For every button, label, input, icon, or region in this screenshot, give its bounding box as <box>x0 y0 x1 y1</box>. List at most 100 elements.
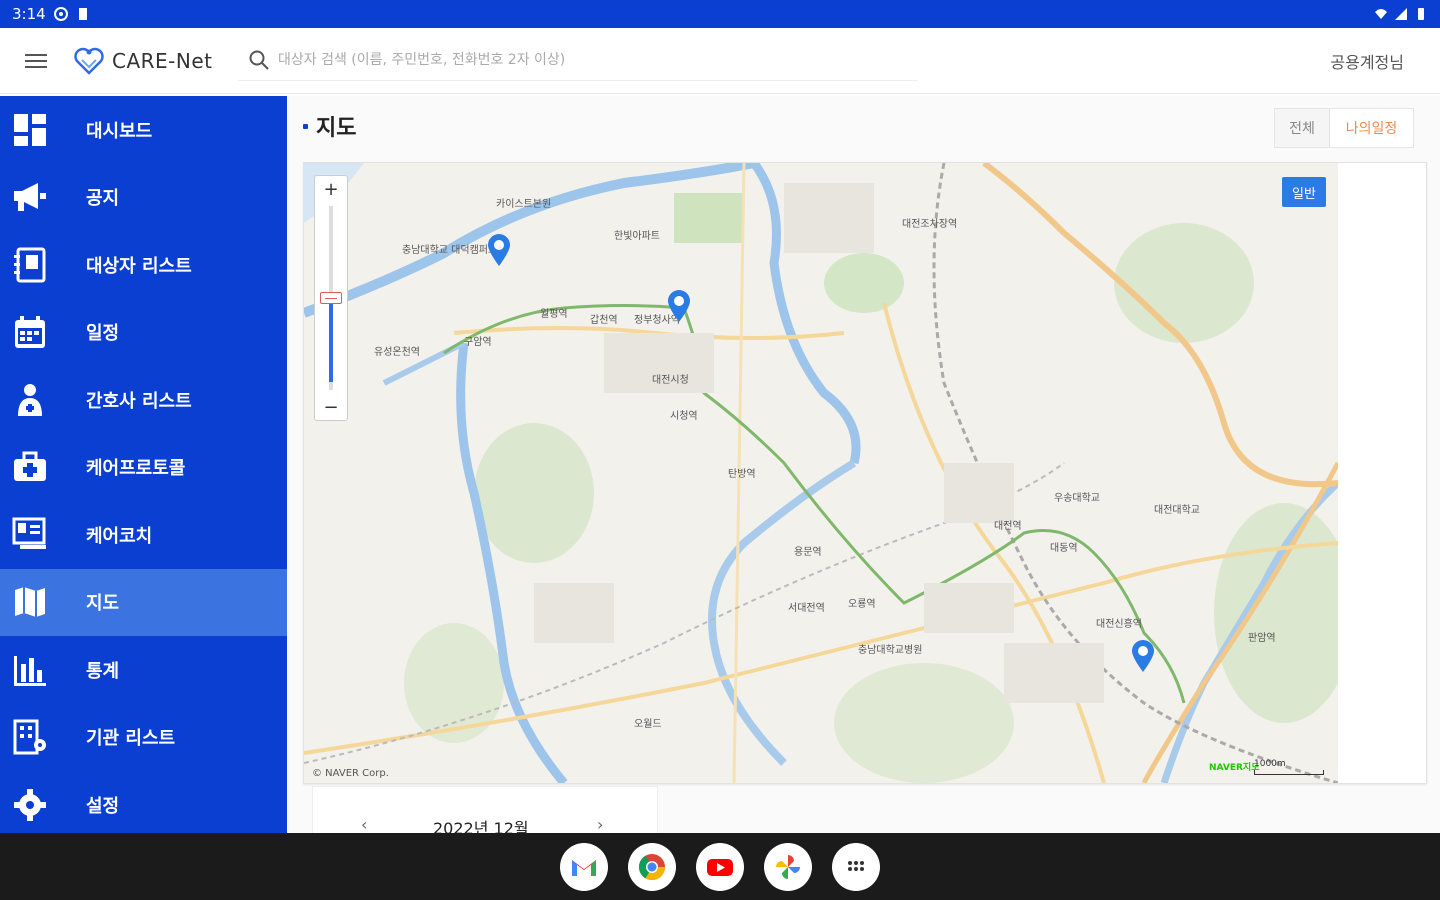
sidebar-item-schedule[interactable]: 일정 <box>0 299 287 367</box>
app-bar: CARE-Net 공용계정님 <box>0 28 1440 94</box>
photos-app[interactable] <box>764 842 812 891</box>
medical-kit-icon <box>14 451 46 482</box>
sidebar-item-dashboard[interactable]: 대시보드 <box>0 96 287 164</box>
wifi-icon <box>1375 9 1387 19</box>
map-label: 탄방역 <box>728 468 756 480</box>
map-icon <box>15 587 45 618</box>
sidebar-item-label: 지도 <box>86 593 120 615</box>
sidebar-item-label: 기관 리스트 <box>86 728 176 750</box>
calendar-prev-button[interactable]: ‹ <box>361 815 367 834</box>
scale-line <box>1254 770 1324 775</box>
chrome-app[interactable] <box>628 842 676 891</box>
page-header: 지도 <box>303 110 356 142</box>
sidebar-item-institution-list[interactable]: 기관 리스트 <box>0 704 287 772</box>
sidebar-item-label: 공지 <box>86 188 120 210</box>
megaphone-icon <box>14 183 46 212</box>
map-label: 카이스트본원 <box>496 198 551 210</box>
scale-label: 1000m <box>1254 759 1286 769</box>
map-label: 갑천역 <box>590 314 618 326</box>
sidebar-item-client-list[interactable]: 대상자 리스트 <box>0 231 287 299</box>
calendar-icon <box>15 316 45 349</box>
zoom-out-button[interactable]: − <box>315 394 347 420</box>
map-label: 우송대학교 <box>1054 492 1100 504</box>
sidebar-item-care-protocol[interactable]: 케어프로토콜 <box>0 434 287 502</box>
map-label: 대동역 <box>1050 542 1078 554</box>
sidebar-item-label: 대상자 리스트 <box>86 255 192 277</box>
search-bar[interactable] <box>238 41 918 81</box>
user-name[interactable]: 공용계정님 <box>1330 49 1404 73</box>
map-label: 대전조차장역 <box>902 218 957 230</box>
search-input[interactable] <box>278 52 878 68</box>
signal-icon <box>1395 8 1407 20</box>
map-view[interactable]: 카이스트본원 충남대학교 대덕캠퍼스 한빛아파트 유성온천역 구암역 정부청사역… <box>304 163 1338 783</box>
sidebar-item-label: 케어코치 <box>86 525 153 547</box>
map-base-layer: 카이스트본원 충남대학교 대덕캠퍼스 한빛아파트 유성온천역 구암역 정부청사역… <box>304 163 1338 783</box>
youtube-app[interactable] <box>696 842 744 891</box>
youtube-icon <box>707 858 733 876</box>
zoom-thumb[interactable] <box>320 292 342 304</box>
sidebar-item-label: 간호사 리스트 <box>86 390 192 412</box>
coach-board-icon <box>12 517 46 549</box>
location-marker[interactable] <box>666 289 692 323</box>
chrome-icon <box>638 853 666 880</box>
sidebar: 대시보드 공지 대상자 리스트 일정 간호사 리스트 케어프로토콜 케어코치 지… <box>0 96 287 833</box>
brand-logo[interactable]: CARE-Net <box>72 46 232 76</box>
map-label: 용문역 <box>794 546 822 558</box>
title-bullet <box>303 123 308 129</box>
contacts-icon <box>14 247 46 283</box>
map-label: 유성온천역 <box>374 346 420 358</box>
building-icon <box>13 719 46 755</box>
map-label: 충남대학교병원 <box>858 644 922 656</box>
zoom-control: + − <box>314 175 348 421</box>
photos-icon <box>776 854 800 879</box>
menu-button[interactable] <box>0 28 72 94</box>
location-marker[interactable] <box>1130 639 1156 673</box>
page-title: 지도 <box>316 116 357 141</box>
gear-icon <box>14 788 46 821</box>
naver-map-logo: NAVER지도 <box>1209 763 1260 773</box>
map-label: 대전대학교 <box>1154 504 1200 516</box>
main-content: 지도 전체 나의일정 카이스트본원 충남대학교 대덕캠퍼스 한빛아파트 유성온천… <box>287 96 1440 846</box>
brand-name: CARE-Net <box>112 48 213 73</box>
map-label: 충남대학교 대덕캠퍼스 <box>402 244 497 256</box>
zoom-in-button[interactable]: + <box>315 176 347 202</box>
map-label: 서대전역 <box>788 602 825 614</box>
sidebar-item-label: 통계 <box>86 660 120 682</box>
bar-chart-icon <box>14 655 46 686</box>
zoom-fill <box>329 298 333 382</box>
status-bar: 3:14 <box>0 0 1440 28</box>
calendar-next-button[interactable]: › <box>597 815 603 834</box>
sidebar-item-label: 일정 <box>86 323 120 345</box>
sidebar-item-notice[interactable]: 공지 <box>0 164 287 232</box>
map-type-button[interactable]: 일반 <box>1282 177 1326 207</box>
map-label: 한빛아파트 <box>614 230 660 242</box>
sidebar-item-nurse-list[interactable]: 간호사 리스트 <box>0 366 287 434</box>
map-scale: 1000m <box>1254 759 1324 775</box>
hamburger-menu-icon <box>25 53 47 68</box>
map-label: 판암역 <box>1248 632 1276 644</box>
filter-all-button[interactable]: 전체 <box>1275 109 1329 147</box>
map-copyright: © NAVER Corp. <box>312 768 389 779</box>
zoom-slider[interactable] <box>315 202 347 394</box>
filter-mine-button[interactable]: 나의일정 <box>1329 109 1413 147</box>
sidebar-item-map[interactable]: 지도 <box>0 568 287 636</box>
status-time: 3:14 <box>12 5 46 23</box>
battery-icon <box>1418 8 1424 20</box>
dashboard-icon <box>14 113 46 146</box>
gmail-app[interactable] <box>560 842 608 891</box>
location-marker[interactable] <box>486 233 512 267</box>
sidebar-item-label: 대시보드 <box>86 120 153 142</box>
care-net-logo-icon <box>74 47 104 75</box>
map-label: 대전역 <box>994 520 1022 532</box>
sidebar-item-statistics[interactable]: 통계 <box>0 636 287 704</box>
apps-launcher[interactable] <box>832 842 880 891</box>
sd-card-icon <box>78 8 87 20</box>
sidebar-item-settings[interactable]: 설정 <box>0 771 287 833</box>
notification-icon <box>53 7 68 21</box>
sidebar-item-label: 케어프로토콜 <box>86 458 186 480</box>
search-icon <box>249 50 269 70</box>
apps-icon <box>848 860 864 871</box>
map-label: 대전신흥역 <box>1096 617 1142 630</box>
sidebar-item-care-coach[interactable]: 케어코치 <box>0 501 287 569</box>
map-label: 시청역 <box>670 410 698 422</box>
